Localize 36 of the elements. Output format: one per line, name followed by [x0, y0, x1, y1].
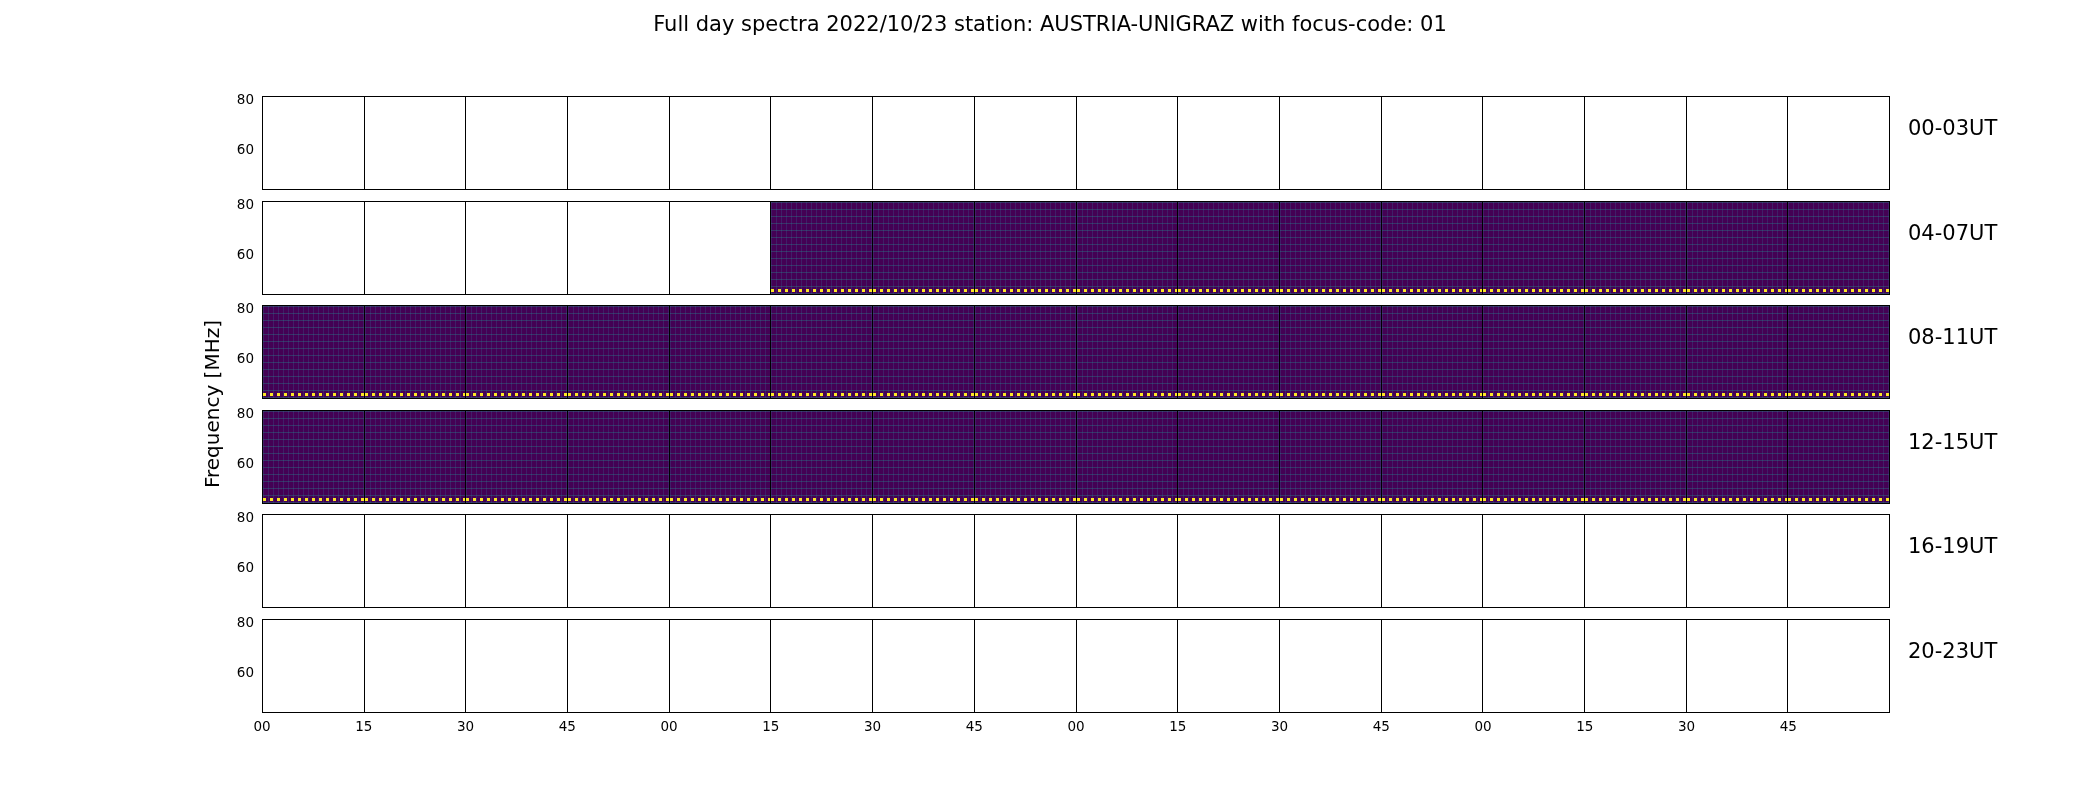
tick-label: 80 — [236, 195, 255, 212]
row-label: 00-03UT — [1908, 115, 1998, 142]
tick-label: 60 — [236, 350, 255, 366]
tick-label: 45 — [965, 717, 983, 734]
tick-label: 00 — [253, 717, 271, 734]
tick-label: 45 — [1779, 717, 1797, 734]
tick-label: 60 — [236, 141, 255, 157]
row-label: 08-11UT — [1908, 324, 1998, 351]
tick-label: 45 — [1372, 717, 1390, 734]
tick-label: 15 — [355, 717, 373, 734]
tick-label: 30 — [1677, 717, 1696, 734]
tick-label: 30 — [1270, 717, 1289, 734]
tick-label: 80 — [236, 91, 255, 107]
tick-label: 00 — [1474, 717, 1492, 734]
tick-label: 00 — [1067, 717, 1085, 734]
tick-label: 15 — [1576, 717, 1594, 734]
tick-label: 60 — [236, 663, 255, 680]
figure-title: Full day spectra 2022/10/23 station: AUSTRIA-UNIGRAZ with focus-code: 01 — [653, 11, 1447, 38]
tick-label: 80 — [236, 404, 255, 421]
y-axis-label: Frequency [MHz] — [200, 320, 224, 489]
tick-label: 60 — [236, 559, 255, 575]
row-label: 16-19UT — [1908, 533, 1998, 560]
row-label: 12-15UT — [1908, 428, 1998, 456]
row-label: 04-07UT — [1908, 219, 1998, 247]
tick-label: 15 — [762, 717, 780, 734]
tick-label: 80 — [236, 509, 255, 525]
tick-label: 60 — [236, 454, 255, 471]
tick-label: 45 — [558, 717, 576, 734]
tick-label: 80 — [236, 613, 255, 630]
tick-label: 30 — [456, 717, 475, 734]
tick-label: 60 — [236, 245, 255, 262]
tick-label: 80 — [236, 300, 255, 316]
tick-label: 15 — [1169, 717, 1187, 734]
tick-label: 30 — [863, 717, 882, 734]
tick-label: 00 — [660, 717, 678, 734]
row-label: 20-23UT — [1908, 637, 1998, 665]
